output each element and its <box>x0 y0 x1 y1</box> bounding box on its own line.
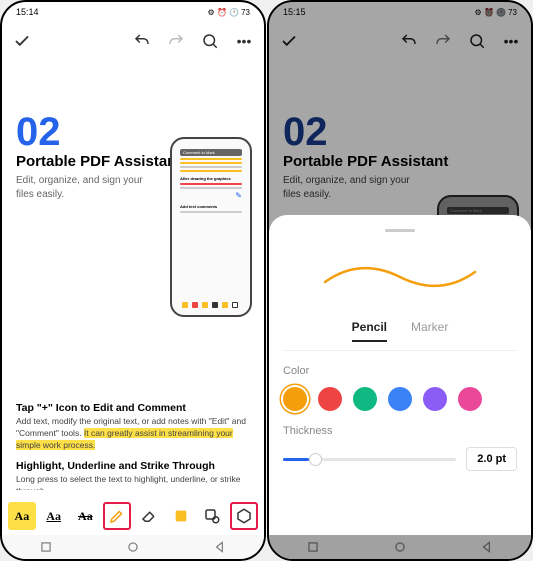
nav-recent-icon[interactable] <box>39 540 53 554</box>
panel-handle[interactable] <box>385 229 415 232</box>
color-swatch[interactable] <box>283 387 307 411</box>
color-swatch[interactable] <box>458 387 482 411</box>
color-swatch[interactable] <box>388 387 412 411</box>
confirm-icon[interactable] <box>12 31 32 51</box>
search-icon[interactable] <box>200 31 220 51</box>
phone-preview: Comment to Mark After drawing the graphi… <box>170 137 252 317</box>
tool-eraser[interactable] <box>135 502 163 530</box>
color-swatch[interactable] <box>423 387 447 411</box>
brush-preview <box>283 242 517 312</box>
status-time: 15:14 <box>16 7 39 17</box>
status-indicators: ⚙ ⏰ 🕐 73 <box>208 8 250 17</box>
section-text-edit: Add text, modify the original text, or a… <box>16 416 250 452</box>
section-heading-edit: Tap "+" Icon to Edit and Comment <box>16 402 250 414</box>
nav-back-icon[interactable] <box>213 540 227 554</box>
tool-underline-text[interactable]: Aa <box>40 502 68 530</box>
page-subtitle: Edit, organize, and sign your files easi… <box>16 174 156 202</box>
thickness-label: Thickness <box>283 425 517 437</box>
redo-icon[interactable] <box>166 31 186 51</box>
section-text-highlight: Long press to select the text to highlig… <box>16 474 250 490</box>
tool-sticky-note[interactable] <box>167 502 195 530</box>
nav-home-icon[interactable] <box>126 540 140 554</box>
thickness-slider[interactable] <box>283 458 456 461</box>
tool-strike-text[interactable]: Aa <box>71 502 99 530</box>
color-swatch[interactable] <box>353 387 377 411</box>
more-icon[interactable]: ••• <box>234 31 254 51</box>
tab-pencil[interactable]: Pencil <box>352 320 387 342</box>
color-swatch[interactable] <box>318 387 342 411</box>
color-label: Color <box>283 365 517 377</box>
tool-stamp[interactable] <box>198 502 226 530</box>
brush-panel: Pencil Marker Color Thickness 2.0 pt <box>269 215 531 535</box>
thickness-value[interactable]: 2.0 pt <box>466 447 517 471</box>
tab-marker[interactable]: Marker <box>411 320 448 342</box>
tool-highlight-text[interactable]: Aa <box>8 502 36 530</box>
tool-shape[interactable] <box>230 502 258 530</box>
section-heading-highlight: Highlight, Underline and Strike Through <box>16 460 250 472</box>
tool-pencil[interactable] <box>103 502 131 530</box>
undo-icon[interactable] <box>132 31 152 51</box>
